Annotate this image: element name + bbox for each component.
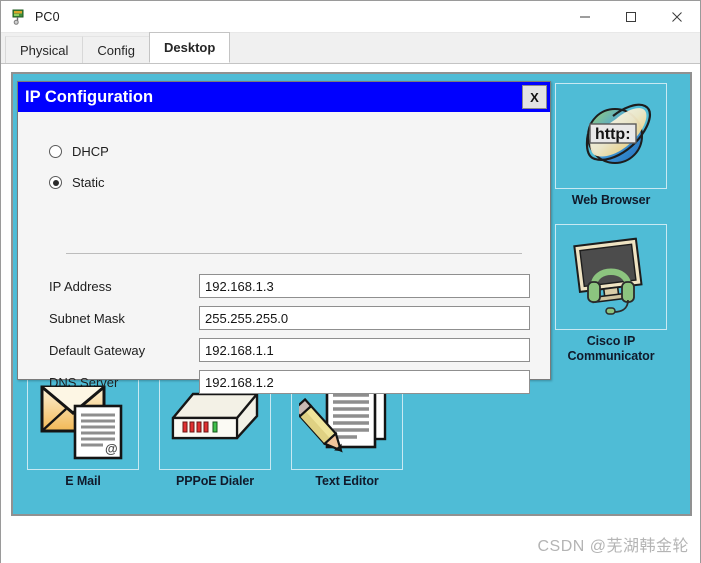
field-label-ip-address: IP Address xyxy=(49,279,199,294)
desktop-icon-web-browser[interactable]: http: Web Browser xyxy=(549,83,673,208)
field-dns-server: DNS Server xyxy=(49,370,530,394)
field-label-default-gateway: Default Gateway xyxy=(49,343,199,358)
web-browser-icon: http: xyxy=(555,83,667,189)
radio-dhcp-label: DHCP xyxy=(72,144,109,159)
tab-physical-label: Physical xyxy=(20,43,68,58)
dialog-titlebar: IP Configuration X xyxy=(18,82,550,112)
desktop-icon-label-ip-communicator: Cisco IP Communicator xyxy=(549,334,673,364)
dialog-close-button[interactable]: X xyxy=(522,85,547,109)
desktop-icon-ip-communicator[interactable]: Cisco IP Communicator xyxy=(549,224,673,364)
radio-static-indicator[interactable] xyxy=(49,176,62,189)
input-default-gateway[interactable] xyxy=(199,338,530,362)
svg-text:http:: http: xyxy=(595,126,631,143)
radio-dhcp-indicator[interactable] xyxy=(49,145,62,158)
input-subnet-mask[interactable] xyxy=(199,306,530,330)
input-dns-server[interactable] xyxy=(199,370,530,394)
maximize-button[interactable] xyxy=(608,1,654,33)
close-button[interactable] xyxy=(654,1,700,33)
tab-desktop[interactable]: Desktop xyxy=(149,32,230,63)
window-titlebar: PC0 xyxy=(1,1,700,33)
radio-static-label: Static xyxy=(72,175,105,190)
packet-tracer-device-icon xyxy=(11,8,28,25)
field-label-dns-server: DNS Server xyxy=(49,375,199,390)
tab-physical[interactable]: Physical xyxy=(5,36,83,63)
window-title: PC0 xyxy=(35,10,60,24)
desktop-icon-label-web-browser: Web Browser xyxy=(549,193,673,208)
minimize-button[interactable] xyxy=(562,1,608,33)
watermark-text: CSDN @芜湖韩金轮 xyxy=(537,532,689,556)
status-bar: CSDN @芜湖韩金轮 xyxy=(1,524,700,563)
field-ip-address: IP Address xyxy=(49,274,530,298)
tab-desktop-label: Desktop xyxy=(164,40,215,55)
field-subnet-mask: Subnet Mask xyxy=(49,306,530,330)
dialog-body: DHCP Static IP Address Subnet Mask xyxy=(18,112,550,379)
desktop-icon-label-text-editor: Text Editor xyxy=(285,474,409,489)
desktop-icon-label-email: E Mail xyxy=(21,474,145,489)
ip-communicator-icon xyxy=(555,224,667,330)
tab-content-desktop: http: Web Browser xyxy=(1,64,700,563)
window-controls xyxy=(562,1,700,33)
radio-static[interactable]: Static xyxy=(49,175,105,190)
tab-config[interactable]: Config xyxy=(82,36,150,63)
pc0-window: PC0 Physical Config Desktop xyxy=(0,0,701,563)
dialog-separator xyxy=(66,253,522,254)
input-ip-address[interactable] xyxy=(199,274,530,298)
field-default-gateway: Default Gateway xyxy=(49,338,530,362)
field-label-subnet-mask: Subnet Mask xyxy=(49,311,199,326)
dialog-title: IP Configuration xyxy=(25,88,153,107)
ip-configuration-dialog: IP Configuration X DHCP Static IP Addre xyxy=(17,81,551,380)
tab-config-label: Config xyxy=(97,43,135,58)
svg-text:@: @ xyxy=(105,441,118,456)
radio-dhcp[interactable]: DHCP xyxy=(49,144,109,159)
desktop-icon-label-pppoe-dialer: PPPoE Dialer xyxy=(153,474,277,489)
tab-strip: Physical Config Desktop xyxy=(1,33,700,64)
desktop-panel: http: Web Browser xyxy=(11,72,692,516)
